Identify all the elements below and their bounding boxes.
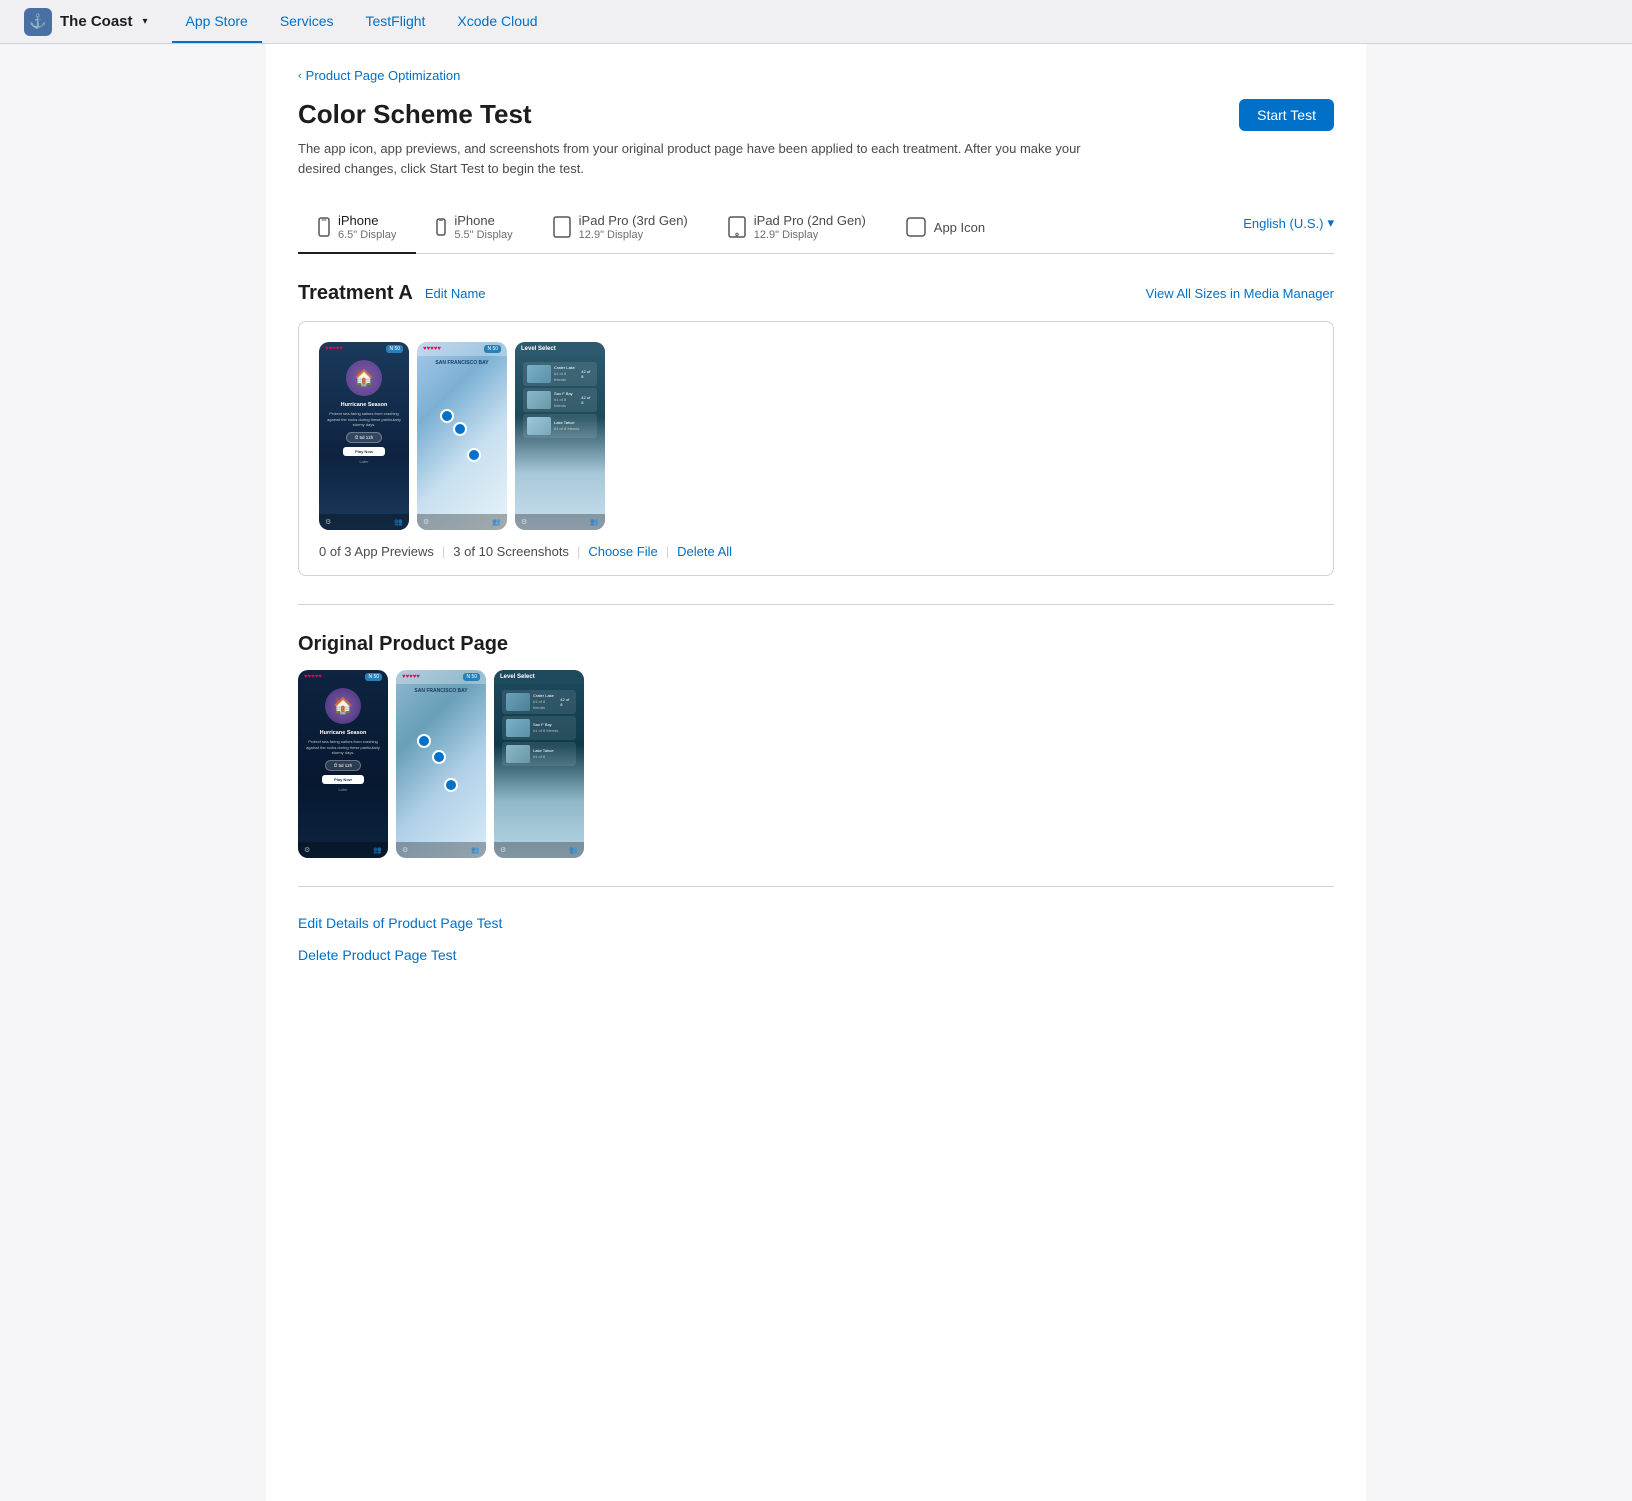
original-play-button: Play Now <box>322 775 364 784</box>
treatment-a-section: Treatment A Edit Name View All Sizes in … <box>298 282 1334 576</box>
original-level-card-1: Crater Lake #1 of 8 friends 42 of 8 <box>502 690 576 714</box>
hurricane-subtitle: Protect sea-faring sailors from crashing… <box>319 411 409 428</box>
tab-iphone65-name: iPhone <box>338 213 396 229</box>
nav-link-testflight[interactable]: TestFlight <box>352 0 440 43</box>
tab-ipadpro3-size: 12.9" Display <box>579 229 688 242</box>
level-card-2: San F Bay #1 of 8 friends 42 of 8 <box>523 388 597 412</box>
brand-icon: ⚓ <box>24 8 52 36</box>
ipadpro3-icon <box>553 216 571 238</box>
nav-links: App Store Services TestFlight Xcode Clou… <box>172 0 552 43</box>
original-screenshot-map: ♥♥♥♥♥ N 50 SAN FRANCISCO BAY ⚙ 👥 <box>396 670 486 858</box>
sf-bay-label: SAN FRANCISCO BAY <box>417 356 507 370</box>
page-title: Color Scheme Test <box>298 99 532 130</box>
breadcrumb[interactable]: ‹ Product Page Optimization <box>298 68 1334 83</box>
original-later-link: Later <box>298 787 388 792</box>
start-test-button[interactable]: Start Test <box>1239 99 1334 131</box>
page-description: The app icon, app previews, and screensh… <box>298 139 1098 178</box>
treatment-a-screenshots-row: ♥♥♥♥♥ N 50 🏠 Hurricane Season Protect se… <box>319 342 1313 530</box>
timer-badge: ⏱ 5d 12h <box>346 432 383 443</box>
choose-file-link[interactable]: Choose File <box>588 544 657 559</box>
previews-count: 0 of 3 App Previews <box>319 544 434 559</box>
treatment-a-screenshots-box: ♥♥♥♥♥ N 50 🏠 Hurricane Season Protect se… <box>298 321 1334 576</box>
brand-logo[interactable]: ⚓ The Coast ▾ <box>24 8 148 36</box>
top-navigation: ⚓ The Coast ▾ App Store Services TestFli… <box>0 0 1632 44</box>
level-card-3: Lake Tahoe #1 of 8 friends <box>523 414 597 438</box>
tab-iphone55-size: 5.5" Display <box>454 229 512 242</box>
screenshots-count: 3 of 10 Screenshots <box>453 544 569 559</box>
page-header: Color Scheme Test Start Test <box>298 99 1334 131</box>
tab-ipadpro2-size: 12.9" Display <box>754 229 866 242</box>
original-lighthouse-icon: 🏠 <box>325 688 361 724</box>
original-product-page-section: Original Product Page ♥♥♥♥♥ N 50 🏠 Hurri… <box>298 633 1334 858</box>
bottom-actions: Edit Details of Product Page Test Delete… <box>298 915 1334 963</box>
hurricane-title: Hurricane Season <box>319 400 409 411</box>
tab-iphone65[interactable]: iPhone 6.5" Display <box>298 203 416 254</box>
original-level-card-3: Lake Tahoe #1 of 8 <box>502 742 576 766</box>
treatment-a-title: Treatment A <box>298 282 413 305</box>
nav-link-app-store[interactable]: App Store <box>172 0 262 43</box>
tab-iphone65-size: 6.5" Display <box>338 229 396 242</box>
tab-appicon-name: App Icon <box>934 220 985 236</box>
original-hurricane-subtitle: Protect sea-faring sailors from crashing… <box>298 739 388 756</box>
ipadpro2-icon <box>728 216 746 238</box>
later-link: Later <box>319 459 409 464</box>
delete-all-link[interactable]: Delete All <box>677 544 732 559</box>
edit-details-link[interactable]: Edit Details of Product Page Test <box>298 915 1334 931</box>
nav-link-services[interactable]: Services <box>266 0 348 43</box>
device-tabs: iPhone 6.5" Display iPhone 5.5" Display <box>298 202 1334 254</box>
tab-iphone55[interactable]: iPhone 5.5" Display <box>416 203 532 254</box>
appicon-tab-icon <box>906 217 926 237</box>
original-hurricane-title: Hurricane Season <box>298 728 388 739</box>
brand-name: The Coast <box>60 13 133 30</box>
view-all-link[interactable]: View All Sizes in Media Manager <box>1146 286 1334 301</box>
edit-name-link[interactable]: Edit Name <box>425 286 486 301</box>
language-chevron: ▾ <box>1327 215 1334 231</box>
original-sf-bay-label: SAN FRANCISCO BAY <box>396 684 486 698</box>
iphone55-icon <box>436 218 446 236</box>
iphone65-icon <box>318 217 330 237</box>
original-screenshot-hurricane: ♥♥♥♥♥ N 50 🏠 Hurricane Season Protect se… <box>298 670 388 858</box>
tab-ipadpro3[interactable]: iPad Pro (3rd Gen) 12.9" Display <box>533 203 708 254</box>
original-timer-badge: ⏱ 5d 12h <box>325 760 362 771</box>
original-screenshots-row: ♥♥♥♥♥ N 50 🏠 Hurricane Season Protect se… <box>298 670 1334 858</box>
breadcrumb-label: Product Page Optimization <box>306 68 461 83</box>
brand-chevron: ▾ <box>143 16 148 27</box>
tab-iphone55-name: iPhone <box>454 213 512 229</box>
tab-ipadpro3-name: iPad Pro (3rd Gen) <box>579 213 688 229</box>
treatment-a-header: Treatment A Edit Name View All Sizes in … <box>298 282 1334 305</box>
play-button: Play Now <box>343 447 385 456</box>
tab-ipadpro2-name: iPad Pro (2nd Gen) <box>754 213 866 229</box>
language-label: English (U.S.) <box>1243 216 1323 231</box>
level-card-1: Crater Lake #1 of 8 friends 42 of 8 <box>523 362 597 386</box>
map-pin-2 <box>467 448 481 462</box>
map-pin-3 <box>440 409 454 423</box>
original-level-card-2: San F Bay #1 of 8 friends <box>502 716 576 740</box>
nav-link-xcode-cloud[interactable]: Xcode Cloud <box>443 0 551 43</box>
language-selector[interactable]: English (U.S.) ▾ <box>1243 215 1334 239</box>
map-pin-1 <box>453 422 467 436</box>
screenshot-level: Level Select Crater Lake #1 of 8 friends… <box>515 342 605 530</box>
screenshots-footer: 0 of 3 App Previews | 3 of 10 Screenshot… <box>319 544 1313 559</box>
screenshot-hurricane: ♥♥♥♥♥ N 50 🏠 Hurricane Season Protect se… <box>319 342 409 530</box>
device-tabs-list: iPhone 6.5" Display iPhone 5.5" Display <box>298 202 1005 253</box>
breadcrumb-chevron: ‹ <box>298 70 302 82</box>
section-divider-2 <box>298 886 1334 887</box>
main-content: ‹ Product Page Optimization Color Scheme… <box>266 44 1366 1501</box>
delete-page-link[interactable]: Delete Product Page Test <box>298 947 1334 963</box>
lighthouse-icon: 🏠 <box>346 360 382 396</box>
original-level-select-header: Level Select <box>494 670 584 684</box>
original-screenshot-level: Level Select Crater Lake #1 of 8 friends… <box>494 670 584 858</box>
tab-ipadpro2[interactable]: iPad Pro (2nd Gen) 12.9" Display <box>708 203 886 254</box>
section-divider-1 <box>298 604 1334 605</box>
level-select-header: Level Select <box>515 342 605 356</box>
screenshot-map: ♥♥♥♥♥ N 50 SAN FRANCISCO BAY ⚙ 👥 <box>417 342 507 530</box>
tab-appicon[interactable]: App Icon <box>886 207 1005 249</box>
original-page-title: Original Product Page <box>298 633 1334 656</box>
